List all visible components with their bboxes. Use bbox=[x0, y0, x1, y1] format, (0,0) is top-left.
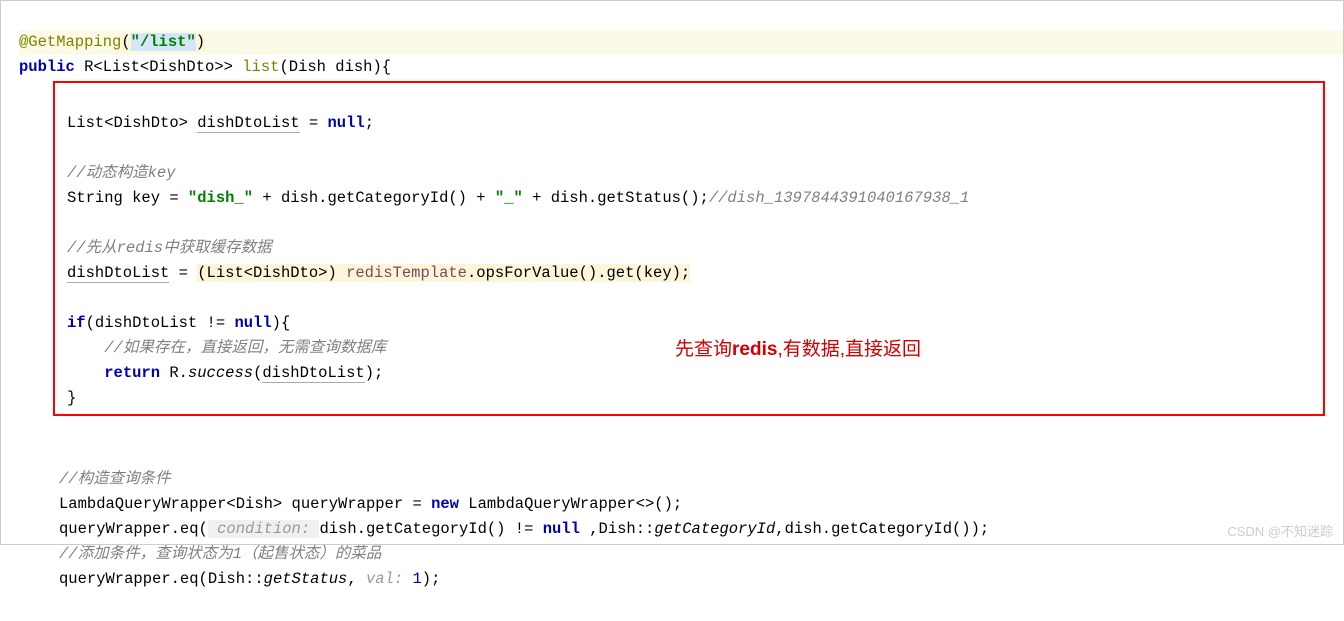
code-line: //如果存在，直接返回，无需查询数据库 bbox=[67, 339, 386, 357]
code-line: List<DishDto> dishDtoList = null; bbox=[67, 114, 374, 133]
code-line: LambdaQueryWrapper<Dish> queryWrapper = … bbox=[59, 495, 682, 513]
parameter-hint: val: bbox=[366, 570, 413, 588]
code-line: queryWrapper.eq( condition: dish.getCate… bbox=[59, 520, 989, 538]
highlighted-code-block: List<DishDto> dishDtoList = null; //动态构造… bbox=[53, 81, 1325, 416]
code-line: } bbox=[67, 389, 76, 407]
parameter-hint: condition: bbox=[208, 520, 320, 538]
callout-annotation: 先查询redis,有数据,直接返回 bbox=[675, 337, 921, 362]
code-comment: //动态构造key bbox=[67, 164, 176, 182]
annotation: @GetMapping bbox=[19, 33, 121, 51]
code-line: String key = "dish_" + dish.getCategoryI… bbox=[67, 189, 969, 207]
code-line: queryWrapper.eq(Dish::getStatus, val: 1)… bbox=[59, 570, 440, 588]
code-line: public R<List<DishDto>> list(Dish dish){ bbox=[19, 58, 391, 76]
code-line: return R.success(dishDtoList); bbox=[67, 364, 383, 383]
code-line: @GetMapping("/list") bbox=[19, 30, 1343, 55]
code-comment: //先从redis中获取缓存数据 bbox=[67, 239, 272, 257]
code-line: if(dishDtoList != null){ bbox=[67, 314, 290, 332]
code-comment: //构造查询条件 bbox=[59, 470, 171, 488]
code-line: dishDtoList = (List<DishDto>) redisTempl… bbox=[67, 264, 690, 283]
code-editor[interactable]: @GetMapping("/list") public R<List<DishD… bbox=[1, 1, 1343, 621]
watermark: CSDN @不知迷踪 bbox=[1227, 521, 1333, 540]
code-comment: //添加条件，查询状态为1（起售状态）的菜品 bbox=[59, 545, 381, 563]
